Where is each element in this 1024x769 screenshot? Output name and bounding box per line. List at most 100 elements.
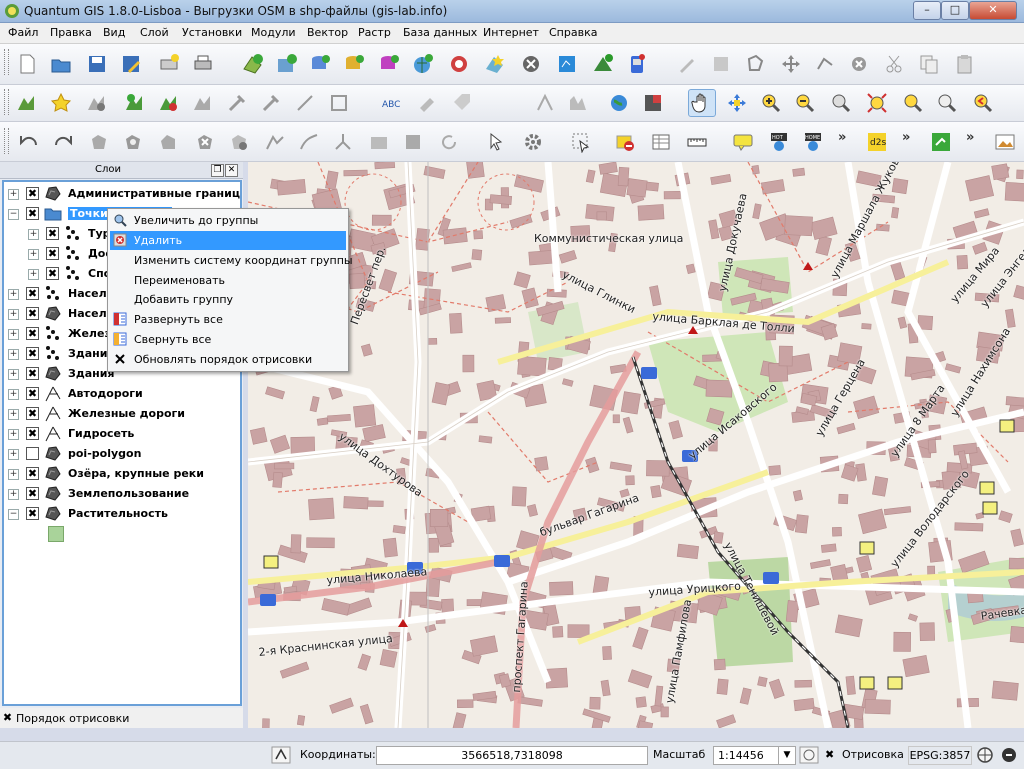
menu-item-add-group[interactable]: Добавить группу [110, 290, 346, 309]
export-image-button[interactable] [992, 129, 1018, 155]
draw-order-checkbox[interactable]: ✖ [2, 712, 13, 723]
delete-selected-button[interactable] [846, 51, 872, 77]
add-vector-layer-button[interactable] [240, 51, 266, 77]
dig-tool-1-button[interactable] [224, 90, 250, 116]
toolbar-more-chevron[interactable]: » [966, 130, 974, 145]
menu-layer[interactable]: Слой [140, 26, 169, 39]
add-raster-layer-button[interactable] [274, 51, 300, 77]
add-postgis-layer-button[interactable] [307, 51, 333, 77]
expand-toggle-icon[interactable]: + [28, 249, 39, 260]
add-feature-button[interactable] [742, 51, 768, 77]
layer-visibility-checkbox[interactable]: ✖ [26, 367, 39, 380]
draw-order-toggle[interactable]: ✖ Порядок отрисовки [0, 708, 243, 728]
expand-toggle-icon[interactable]: + [28, 229, 39, 240]
zoom-to-selection-button[interactable] [900, 90, 926, 116]
zoom-in-button[interactable] [758, 90, 784, 116]
delete-ring-button[interactable] [192, 129, 218, 155]
pan-to-selection-button[interactable] [724, 90, 750, 116]
remove-layer-button[interactable] [518, 51, 544, 77]
zoom-last-button[interactable] [970, 90, 996, 116]
expand-toggle-icon[interactable]: + [8, 349, 19, 360]
labeling-button[interactable]: ABC [378, 90, 404, 116]
layer-row[interactable]: − ✖ Растительность [4, 504, 240, 524]
layer-row[interactable]: + poi-polygon [4, 444, 240, 464]
progress-stop-icon[interactable] [271, 746, 291, 764]
expand-toggle-icon[interactable]: + [8, 189, 19, 200]
layer-visibility-checkbox[interactable]: ✖ [46, 247, 59, 260]
minimize-button[interactable]: – [913, 1, 941, 20]
toolbar-grip[interactable] [4, 128, 9, 154]
dig-tool-2-button[interactable] [258, 90, 284, 116]
collapse-toggle-icon[interactable]: − [8, 509, 19, 520]
menu-database[interactable]: База данных [403, 26, 477, 39]
close-panel-button[interactable]: ✕ [225, 164, 238, 177]
undo-button[interactable] [16, 129, 42, 155]
toolbar-more-chevron[interactable]: » [902, 130, 910, 145]
map-tips-button[interactable] [730, 129, 756, 155]
layer-visibility-checkbox[interactable]: ✖ [26, 327, 39, 340]
layer-visibility-checkbox[interactable]: ✖ [26, 187, 39, 200]
menu-item-zoom-to-group[interactable]: Увеличить до группы [110, 211, 346, 230]
offset-curve-button[interactable] [296, 129, 322, 155]
expand-toggle-icon[interactable]: + [8, 449, 19, 460]
layer-visibility-checkbox[interactable]: ✖ [26, 507, 39, 520]
plugin-green-button[interactable] [928, 129, 954, 155]
layer-row[interactable]: + ✖ Землепользование [4, 484, 240, 504]
d2s-plugin-button[interactable]: d2s [864, 129, 890, 155]
crs-status-button[interactable]: EPSG:3857 [908, 746, 972, 765]
select-features-button[interactable] [568, 129, 594, 155]
expand-toggle-icon[interactable]: + [8, 409, 19, 420]
add-wcs-layer-button[interactable] [446, 51, 472, 77]
render-checkbox[interactable]: ✖ [825, 746, 834, 764]
coordinate-display[interactable]: 3566518,7318098 [376, 746, 648, 765]
new-print-composer-button[interactable] [156, 51, 182, 77]
open-attribute-table-button[interactable] [648, 129, 674, 155]
gps-tool-button[interactable] [532, 90, 558, 116]
menu-edit[interactable]: Правка [50, 26, 92, 39]
composer-manager-button[interactable] [190, 51, 216, 77]
pin-labels-button[interactable] [414, 90, 440, 116]
layer-visibility-checkbox[interactable]: ✖ [26, 347, 39, 360]
layer-row[interactable]: + ✖ Озёра, крупные реки [4, 464, 240, 484]
identify-button[interactable] [484, 129, 510, 155]
map-canvas[interactable]: Коммунистическая улица улица Глинки улиц… [248, 162, 1024, 728]
profile-tool-button[interactable] [566, 90, 592, 116]
layer-row[interactable]: + ✖ Административные границы [4, 184, 240, 204]
layer-visibility-checkbox[interactable] [26, 447, 39, 460]
reshape-button[interactable] [262, 129, 288, 155]
expand-toggle-icon[interactable]: + [8, 309, 19, 320]
measure-line-button[interactable] [684, 129, 710, 155]
float-panel-button[interactable]: ❐ [211, 164, 224, 177]
zoom-actual-size-button[interactable] [828, 90, 854, 116]
dig-tool-4-button[interactable] [326, 90, 352, 116]
add-mssql-layer-button[interactable] [376, 51, 402, 77]
expand-toggle-icon[interactable]: + [8, 329, 19, 340]
add-part-button[interactable] [156, 129, 182, 155]
layer-visibility-checkbox[interactable]: ✖ [26, 207, 39, 220]
projection-globe-icon[interactable] [975, 746, 995, 764]
zoom-out-button[interactable] [792, 90, 818, 116]
merge-attributes-button[interactable] [400, 129, 426, 155]
hide-all-layers-button[interactable] [156, 90, 182, 116]
toolbar-grip[interactable] [4, 89, 9, 115]
raster-info-button[interactable] [640, 90, 666, 116]
split-features-button[interactable] [330, 129, 356, 155]
maximize-button[interactable]: □ [941, 1, 969, 20]
overview-button[interactable] [190, 90, 216, 116]
add-ring-button[interactable] [120, 129, 146, 155]
new-bookmark-button[interactable]: HOT [766, 129, 792, 155]
add-spatialite-layer-button[interactable] [341, 51, 367, 77]
delete-part-button[interactable] [226, 129, 252, 155]
layer-row[interactable]: + ✖ Автодороги [4, 384, 240, 404]
toolbar-grip[interactable] [4, 49, 9, 75]
move-feature-button[interactable] [778, 51, 804, 77]
menu-web[interactable]: Интернет [483, 26, 539, 39]
merge-features-button[interactable] [366, 129, 392, 155]
close-button[interactable]: ✕ [969, 1, 1017, 20]
expand-toggle-icon[interactable]: + [8, 489, 19, 500]
menu-file[interactable]: Файл [8, 26, 38, 39]
copy-features-button[interactable] [916, 51, 942, 77]
open-project-button[interactable] [48, 51, 74, 77]
openlayers-button[interactable] [606, 90, 632, 116]
menu-item-rename[interactable]: Переименовать [110, 271, 346, 290]
